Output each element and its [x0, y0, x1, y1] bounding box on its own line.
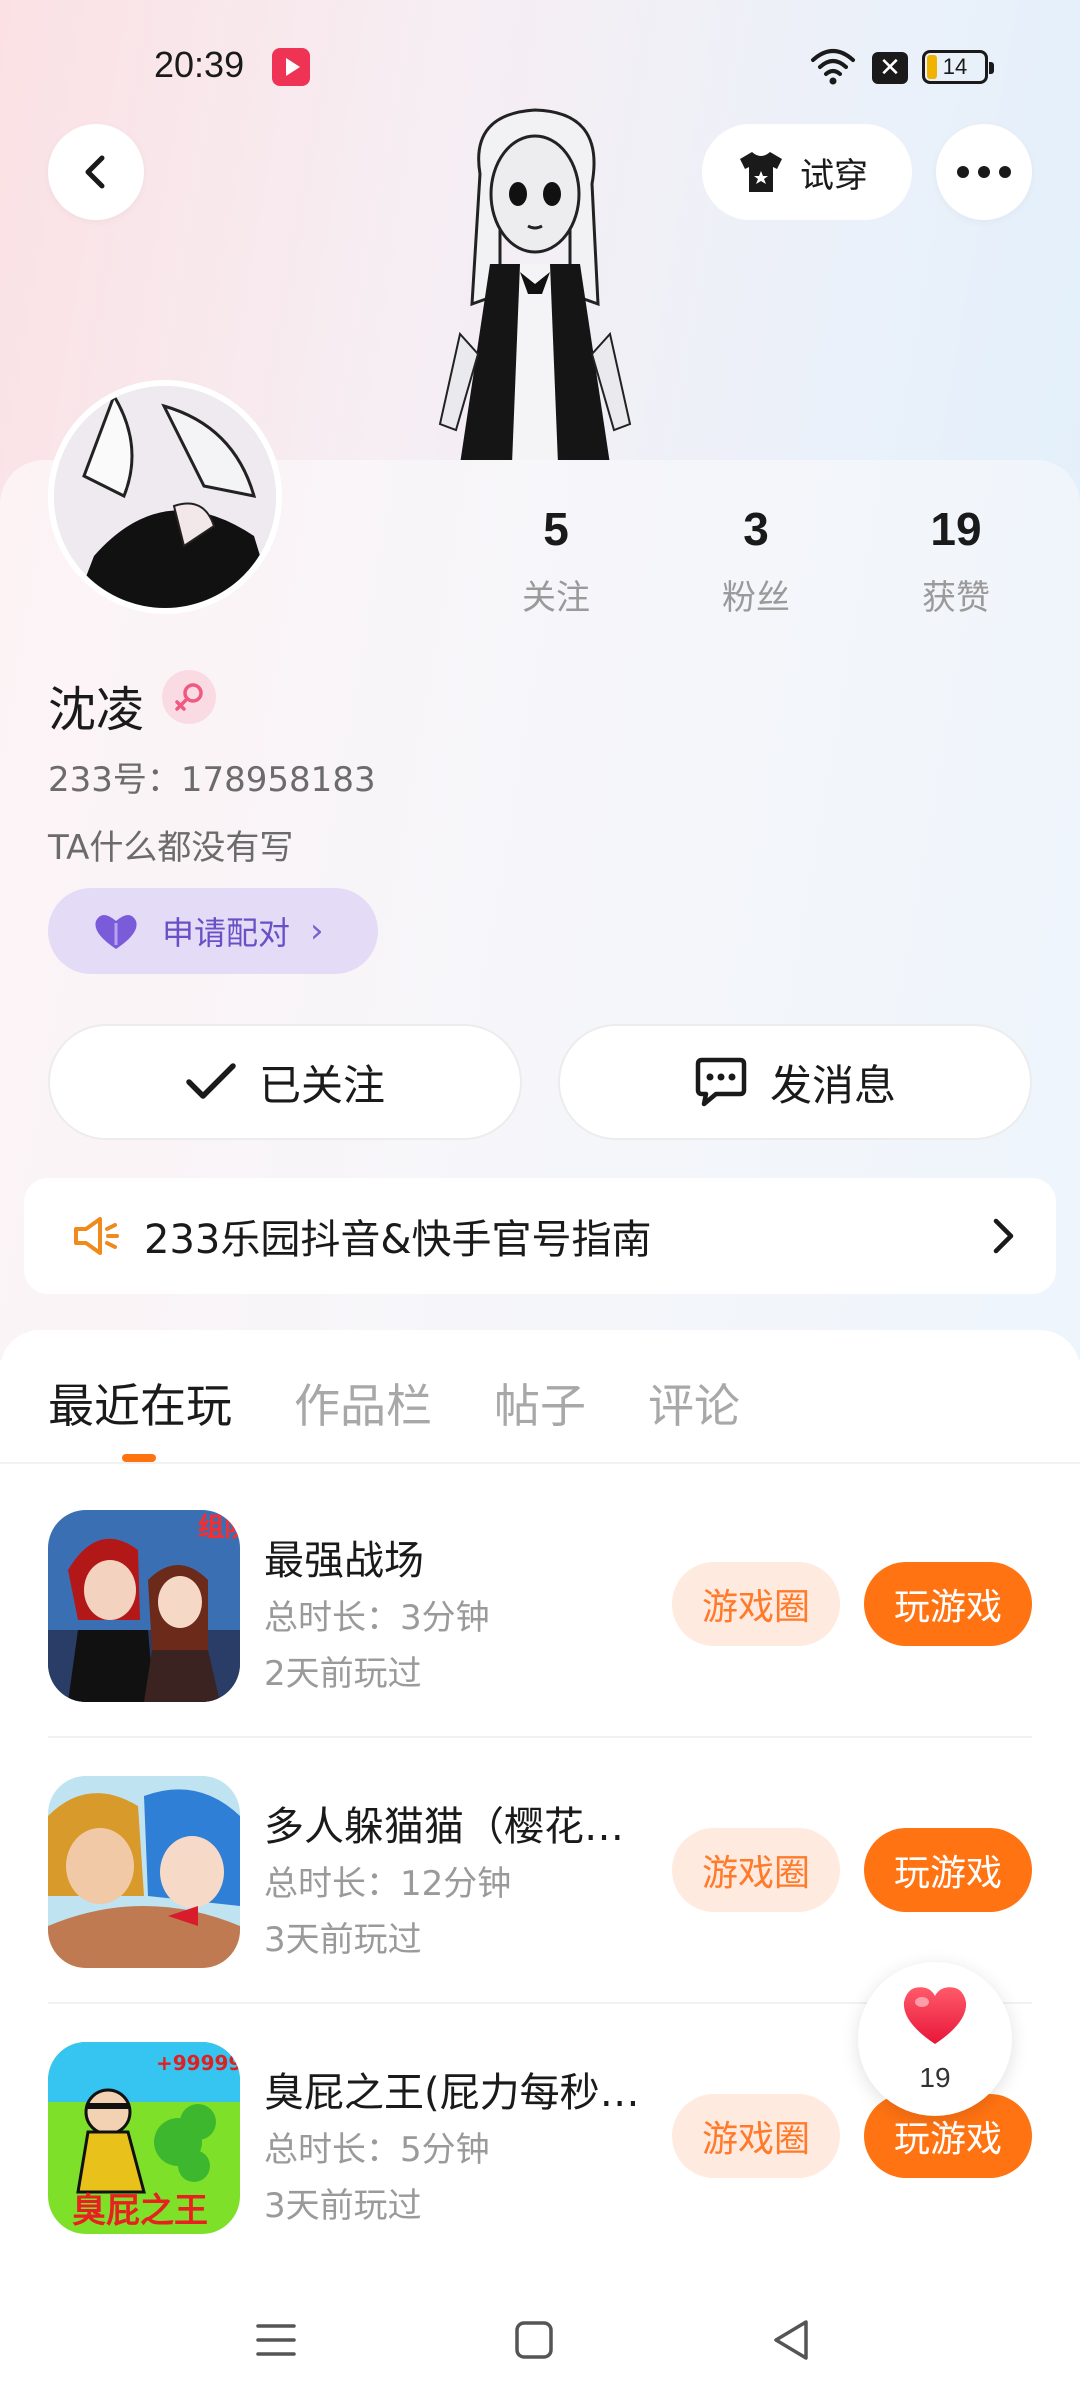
game-name: 臭屁之王(屁力每秒… [264, 2070, 640, 2116]
tab-comments[interactable]: 评论 [648, 1370, 740, 1436]
chevron-right-icon: › [310, 911, 324, 951]
game-icon-score: +99999 [156, 2051, 240, 2075]
menu-icon[interactable] [246, 2310, 306, 2370]
game-last-played: 2天前玩过 [264, 1654, 422, 1694]
try-on-button[interactable]: 试穿 [702, 124, 912, 220]
like-count: 19 [919, 2062, 951, 2093]
game-last-played: 3天前玩过 [264, 1920, 422, 1960]
play-game-button[interactable]: 玩游戏 [864, 1828, 1032, 1912]
megaphone-icon [74, 1217, 119, 1255]
stat-label: 关注 [522, 578, 590, 618]
game-total-time: 总时长：5分钟 [264, 2130, 490, 2170]
bio: TA什么都没有写 [48, 828, 294, 868]
game-circle-button[interactable]: 游戏圈 [672, 2094, 840, 2178]
more-dots-icon [957, 166, 1011, 178]
notice-text: 233乐园抖音&快手官号指南 [144, 1217, 652, 1263]
stat-value: 5 [543, 503, 569, 555]
female-gender-icon [162, 670, 216, 724]
wifi-icon [811, 49, 855, 85]
chevron-right-icon [993, 1218, 1014, 1254]
heart-icon [903, 1987, 967, 2044]
video-app-icon [272, 48, 310, 86]
heart-pair-icon [95, 915, 137, 949]
stat-value: 19 [930, 503, 982, 555]
chat-bubble-icon [695, 1057, 747, 1107]
status-time: 20:39 [154, 44, 245, 85]
avatar-figure-image[interactable] [420, 104, 650, 464]
check-icon [186, 1063, 236, 1099]
stat-label: 获赞 [922, 578, 990, 618]
user-id: 233号：178958183 [48, 760, 376, 800]
like-float-button[interactable]: 19 [858, 1962, 1012, 2116]
no-sim-icon: ✕ [872, 52, 908, 84]
active-tab-indicator [122, 1454, 156, 1462]
following-button[interactable]: 已关注 [48, 1024, 522, 1140]
status-bar: 20:39 ✕ 14 [0, 0, 1080, 120]
try-on-label: 试穿 [800, 155, 868, 196]
divider [0, 1462, 1080, 1464]
stat-label: 粉丝 [722, 578, 790, 618]
home-icon[interactable] [504, 2310, 564, 2370]
game-icon: 组队 [48, 1510, 240, 1702]
chevron-left-icon [85, 155, 105, 189]
stat-likes[interactable]: 19 获赞 [856, 502, 1056, 619]
profile-stats: 5 关注 3 粉丝 19 获赞 [456, 502, 1056, 619]
divider [48, 1736, 1032, 1738]
shirt-icon [740, 152, 782, 192]
game-name: 最强战场 [264, 1538, 424, 1584]
game-icon [48, 1776, 240, 1968]
game-icon: +99999 臭屁之王 [48, 2042, 240, 2234]
avatar-image [54, 386, 276, 608]
stat-followers[interactable]: 3 粉丝 [656, 502, 856, 619]
game-total-time: 总时长：12分钟 [264, 1864, 512, 1904]
game-circle-button[interactable]: 游戏圈 [672, 1562, 840, 1646]
game-list-item[interactable]: 组队 最强战场 总时长：3分钟 2天前玩过 游戏圈 玩游戏 [0, 1510, 1080, 1776]
request-pair-button[interactable]: 申请配对 › [48, 888, 378, 974]
profile-tabs: 最近在玩 作品栏 帖子 评论 [48, 1370, 802, 1436]
system-nav-bar [0, 2290, 1080, 2400]
more-button[interactable] [936, 124, 1032, 220]
stat-following[interactable]: 5 关注 [456, 502, 656, 619]
game-circle-button[interactable]: 游戏圈 [672, 1828, 840, 1912]
game-total-time: 总时长：3分钟 [264, 1598, 490, 1638]
send-message-label: 发消息 [769, 1060, 896, 1110]
game-icon-badge: 组队 [198, 1512, 240, 1543]
game-name: 多人躲猫猫（樱花… [264, 1804, 624, 1850]
send-message-button[interactable]: 发消息 [558, 1024, 1032, 1140]
notice-banner[interactable]: 233乐园抖音&快手官号指南 [24, 1178, 1056, 1294]
back-button[interactable] [48, 124, 144, 220]
battery-icon: 14 [922, 50, 994, 84]
avatar[interactable] [48, 380, 282, 614]
tab-works[interactable]: 作品栏 [294, 1370, 432, 1436]
tab-posts[interactable]: 帖子 [494, 1370, 586, 1436]
following-label: 已关注 [258, 1060, 385, 1110]
nickname: 沈凌 [48, 682, 145, 738]
back-triangle-icon[interactable] [762, 2310, 822, 2370]
stat-value: 3 [743, 503, 769, 555]
tab-recently-played[interactable]: 最近在玩 [48, 1370, 232, 1436]
play-game-button[interactable]: 玩游戏 [864, 1562, 1032, 1646]
game-icon-title: 臭屁之王 [72, 2191, 208, 2231]
game-last-played: 3天前玩过 [264, 2186, 422, 2226]
request-pair-label: 申请配对 [162, 914, 291, 952]
